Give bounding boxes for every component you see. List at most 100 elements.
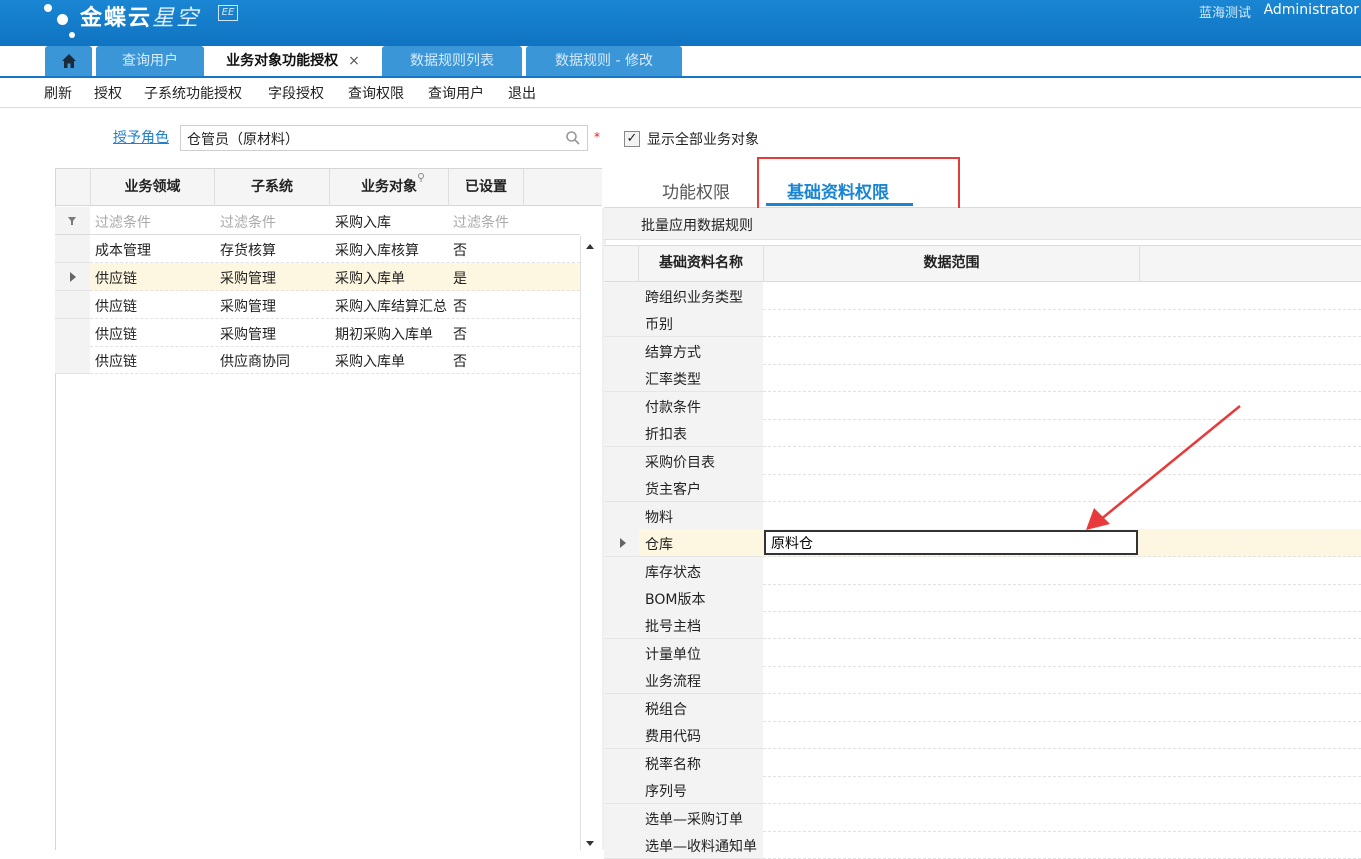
authorize-button[interactable]: 授权	[94, 83, 122, 103]
data-range-cell[interactable]	[763, 776, 1361, 805]
close-icon[interactable]: ×	[348, 53, 360, 69]
query-user-button[interactable]: 查询用户	[428, 83, 484, 103]
row-head[interactable]	[604, 501, 639, 530]
basedata-name-cell[interactable]: BOM版本	[639, 583, 763, 612]
column-header[interactable]: 业务领域	[91, 169, 215, 206]
org-name[interactable]: 蓝海测试	[1199, 2, 1251, 21]
row-head[interactable]	[604, 556, 639, 585]
row-head[interactable]	[604, 583, 639, 612]
row-head[interactable]	[604, 364, 639, 393]
basedata-name-cell[interactable]: 库存状态	[639, 556, 763, 585]
table-row[interactable]: 供应链 采购管理 期初采购入库单 否	[55, 319, 580, 347]
data-range-cell[interactable]	[763, 611, 1361, 640]
filter-cell[interactable]: 过滤条件	[220, 212, 276, 232]
filter-cell[interactable]: 采购入库	[335, 212, 391, 232]
row-head[interactable]	[604, 776, 639, 805]
basedata-name-cell[interactable]: 选单—采购订单	[639, 803, 763, 832]
user-name[interactable]: Administrator	[1264, 2, 1359, 18]
row-head[interactable]	[604, 611, 639, 640]
query-permission-button[interactable]: 查询权限	[348, 83, 404, 103]
row-head[interactable]	[604, 309, 639, 338]
basedata-name-cell[interactable]: 序列号	[639, 776, 763, 805]
search-icon[interactable]	[565, 130, 581, 146]
data-range-cell[interactable]	[763, 392, 1361, 420]
data-range-cell[interactable]	[763, 721, 1361, 750]
refresh-button[interactable]: 刷新	[44, 83, 72, 103]
basedata-name-cell[interactable]: 货主客户	[639, 474, 763, 503]
exit-button[interactable]: 退出	[508, 83, 536, 103]
row-head[interactable]	[604, 803, 639, 832]
table-row[interactable]: 供应链 采购管理 采购入库结算汇总 否	[55, 291, 580, 319]
row-head[interactable]	[604, 391, 639, 420]
row-head[interactable]	[604, 748, 639, 777]
basedata-name-cell[interactable]: 税组合	[639, 693, 763, 722]
row-head[interactable]	[55, 263, 90, 291]
row-head[interactable]	[604, 831, 639, 859]
row-head[interactable]	[604, 474, 639, 503]
row-head[interactable]	[604, 446, 639, 475]
subsystem-auth-button[interactable]: 子系统功能授权	[144, 83, 242, 103]
basedata-name-cell[interactable]: 采购价目表	[639, 446, 763, 475]
data-range-cell[interactable]	[763, 419, 1361, 448]
scroll-down-icon[interactable]	[585, 840, 595, 848]
role-label-link[interactable]: 授予角色	[113, 127, 169, 147]
data-range-cell[interactable]	[763, 474, 1361, 503]
basedata-name-cell[interactable]: 税率名称	[639, 748, 763, 777]
data-range-cell[interactable]	[763, 282, 1361, 310]
column-header[interactable]: 数据范围	[764, 245, 1140, 281]
basedata-name-cell[interactable]: 仓库	[639, 529, 763, 558]
row-head[interactable]	[604, 336, 639, 365]
basedata-name-cell[interactable]: 结算方式	[639, 336, 763, 365]
tab-query-user[interactable]: 查询用户	[96, 46, 204, 78]
data-range-cell[interactable]	[763, 639, 1361, 667]
basedata-name-cell[interactable]: 物料	[639, 501, 763, 530]
tab-business-object-auth[interactable]: 业务对象功能授权 ×	[208, 46, 378, 78]
row-head[interactable]	[604, 638, 639, 667]
show-all-checkbox[interactable]: ✓	[624, 131, 640, 147]
field-auth-button[interactable]: 字段授权	[268, 83, 324, 103]
data-range-cell[interactable]	[763, 309, 1361, 338]
row-head[interactable]	[604, 666, 639, 695]
tab-function-permission[interactable]: 功能权限	[662, 178, 730, 203]
column-header[interactable]: 子系统	[215, 169, 330, 206]
basedata-name-cell[interactable]: 费用代码	[639, 721, 763, 750]
row-head[interactable]	[604, 721, 639, 750]
row-head[interactable]	[604, 693, 639, 722]
filter-cell[interactable]: 过滤条件	[95, 212, 151, 232]
data-range-cell[interactable]	[763, 749, 1361, 777]
data-range-cell[interactable]	[763, 557, 1361, 585]
scroll-up-icon[interactable]	[585, 242, 595, 250]
tab-home[interactable]	[45, 46, 92, 78]
basedata-name-cell[interactable]: 计量单位	[639, 638, 763, 667]
basedata-name-cell[interactable]: 币别	[639, 309, 763, 338]
column-header[interactable]: 已设置	[449, 169, 524, 206]
table-row[interactable]: 供应链 供应商协同 采购入库单 否	[55, 346, 580, 374]
basedata-name-cell[interactable]: 付款条件	[639, 391, 763, 420]
tab-data-rule-list[interactable]: 数据规则列表	[382, 46, 522, 78]
basedata-name-cell[interactable]: 汇率类型	[639, 364, 763, 393]
filter-cell[interactable]: 过滤条件	[453, 212, 509, 232]
tab-data-rule-edit[interactable]: 数据规则 - 修改	[526, 46, 682, 78]
basedata-name-cell[interactable]: 选单—收料通知单	[639, 831, 763, 859]
column-header[interactable]: 基础资料名称	[639, 245, 764, 281]
data-range-cell[interactable]	[763, 666, 1361, 695]
data-range-cell[interactable]	[763, 804, 1361, 832]
data-range-cell[interactable]	[763, 584, 1361, 612]
data-range-cell[interactable]	[763, 694, 1361, 722]
left-grid-scrollbar[interactable]	[580, 236, 600, 850]
basedata-name-cell[interactable]: 业务流程	[639, 666, 763, 695]
column-header[interactable]: 业务对象	[330, 169, 449, 206]
table-row[interactable]: 成本管理 存货核算 采购入库核算 否	[55, 235, 580, 263]
row-head[interactable]	[604, 282, 639, 310]
basedata-name-cell[interactable]: 折扣表	[639, 419, 763, 448]
data-range-cell[interactable]	[763, 337, 1361, 365]
role-input[interactable]: 仓管员（原材料）	[180, 125, 588, 151]
basedata-name-cell[interactable]: 跨组织业务类型	[639, 282, 763, 310]
row-head[interactable]	[604, 529, 639, 558]
data-range-cell[interactable]	[763, 364, 1361, 393]
batch-apply-data-rule-button[interactable]: 批量应用数据规则	[641, 215, 753, 235]
data-range-cell[interactable]	[763, 447, 1361, 475]
data-range-cell[interactable]	[763, 831, 1361, 859]
row-head[interactable]	[604, 419, 639, 448]
table-row-selected[interactable]: 供应链 采购管理 采购入库单 是	[90, 263, 580, 291]
